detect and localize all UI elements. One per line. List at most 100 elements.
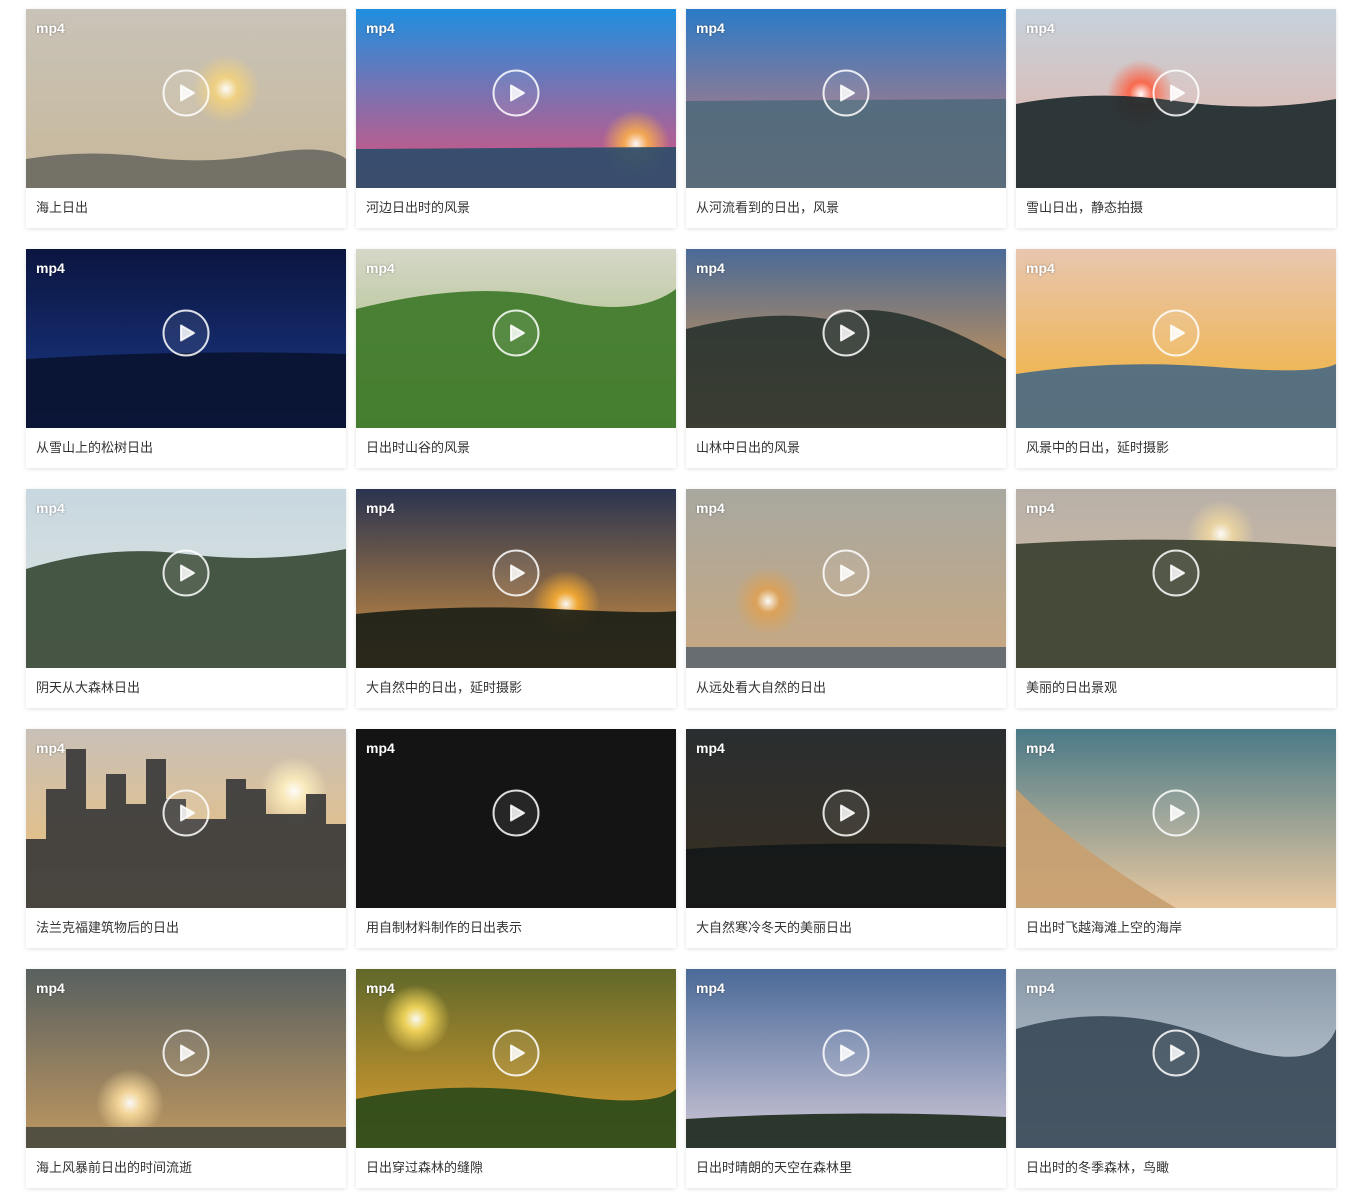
video-card-2[interactable]: mp4 河边日出时的风景 [356, 9, 676, 228]
video-title: 用自制材料制作的日出表示 [366, 920, 523, 935]
video-title: 从河流看到的日出，风景 [696, 200, 840, 215]
play-icon[interactable] [492, 69, 540, 117]
video-title: 从远处看大自然的日出 [696, 680, 827, 695]
video-thumbnail[interactable]: mp4 [26, 969, 346, 1148]
video-title: 日出时飞越海滩上空的海岸 [1026, 920, 1183, 935]
video-title: 日出时晴朗的天空在森林里 [696, 1160, 853, 1175]
play-icon[interactable] [492, 789, 540, 837]
video-card-18[interactable]: mp4 日出穿过森林的缝隙 [356, 969, 676, 1188]
video-title: 雪山日出，静态拍摄 [1026, 200, 1144, 215]
video-format-badge: mp4 [36, 740, 65, 756]
video-format-badge: mp4 [1026, 260, 1055, 276]
video-thumbnail[interactable]: mp4 [26, 489, 346, 668]
video-title: 日出时的冬季森林，鸟瞰 [1026, 1160, 1170, 1175]
video-format-badge: mp4 [696, 980, 725, 996]
video-format-badge: mp4 [366, 980, 395, 996]
video-card-19[interactable]: mp4 日出时晴朗的天空在森林里 [686, 969, 1006, 1188]
video-format-badge: mp4 [1026, 980, 1055, 996]
video-title: 海上风暴前日出的时间流逝 [36, 1160, 193, 1175]
video-format-badge: mp4 [696, 740, 725, 756]
video-format-badge: mp4 [366, 260, 395, 276]
video-thumbnail[interactable]: mp4 [686, 969, 1006, 1148]
video-thumbnail[interactable]: mp4 [686, 9, 1006, 188]
play-icon[interactable] [822, 789, 870, 837]
play-icon[interactable] [822, 549, 870, 597]
play-icon[interactable] [162, 1029, 210, 1077]
video-title: 大自然寒冷冬天的美丽日出 [696, 920, 853, 935]
play-icon[interactable] [162, 69, 210, 117]
video-grid: mp4 海上日出 mp4 河边日出时的风景 mp4 从河流看到的日出，风景 mp… [0, 0, 1359, 1188]
video-thumbnail[interactable]: mp4 [356, 729, 676, 908]
video-card-6[interactable]: mp4 日出时山谷的风景 [356, 249, 676, 468]
video-title: 海上日出 [36, 200, 89, 215]
video-card-8[interactable]: mp4 风景中的日出，延时摄影 [1016, 249, 1336, 468]
play-icon[interactable] [1152, 69, 1200, 117]
video-thumbnail[interactable]: mp4 [26, 9, 346, 188]
play-icon[interactable] [162, 789, 210, 837]
video-format-badge: mp4 [1026, 20, 1055, 36]
video-card-10[interactable]: mp4 大自然中的日出，延时摄影 [356, 489, 676, 708]
video-title: 从雪山上的松树日出 [36, 440, 154, 455]
play-icon[interactable] [1152, 309, 1200, 357]
video-format-badge: mp4 [696, 260, 725, 276]
video-format-badge: mp4 [36, 980, 65, 996]
video-card-9[interactable]: mp4 阴天从大森林日出 [26, 489, 346, 708]
video-format-badge: mp4 [366, 500, 395, 516]
video-thumbnail[interactable]: mp4 [26, 729, 346, 908]
video-title: 河边日出时的风景 [366, 200, 471, 215]
play-icon[interactable] [1152, 1029, 1200, 1077]
play-icon[interactable] [492, 549, 540, 597]
video-title: 风景中的日出，延时摄影 [1026, 440, 1170, 455]
video-format-badge: mp4 [696, 500, 725, 516]
video-card-5[interactable]: mp4 从雪山上的松树日出 [26, 249, 346, 468]
play-icon[interactable] [492, 1029, 540, 1077]
video-card-11[interactable]: mp4 从远处看大自然的日出 [686, 489, 1006, 708]
video-thumbnail[interactable]: mp4 [1016, 969, 1336, 1148]
play-icon[interactable] [1152, 549, 1200, 597]
play-icon[interactable] [162, 309, 210, 357]
video-thumbnail[interactable]: mp4 [356, 489, 676, 668]
video-thumbnail[interactable]: mp4 [686, 729, 1006, 908]
play-icon[interactable] [162, 549, 210, 597]
play-icon[interactable] [492, 309, 540, 357]
play-icon[interactable] [822, 1029, 870, 1077]
video-thumbnail[interactable]: mp4 [686, 489, 1006, 668]
video-card-14[interactable]: mp4 用自制材料制作的日出表示 [356, 729, 676, 948]
video-card-16[interactable]: mp4 日出时飞越海滩上空的海岸 [1016, 729, 1336, 948]
video-thumbnail[interactable]: mp4 [1016, 489, 1336, 668]
video-card-15[interactable]: mp4 大自然寒冷冬天的美丽日出 [686, 729, 1006, 948]
video-thumbnail[interactable]: mp4 [1016, 249, 1336, 428]
video-card-3[interactable]: mp4 从河流看到的日出，风景 [686, 9, 1006, 228]
video-thumbnail[interactable]: mp4 [356, 969, 676, 1148]
video-thumbnail[interactable]: mp4 [686, 249, 1006, 428]
video-thumbnail[interactable]: mp4 [356, 9, 676, 188]
video-format-badge: mp4 [1026, 740, 1055, 756]
video-thumbnail[interactable]: mp4 [26, 249, 346, 428]
play-icon[interactable] [822, 69, 870, 117]
video-format-badge: mp4 [36, 260, 65, 276]
play-icon[interactable] [822, 309, 870, 357]
video-card-7[interactable]: mp4 山林中日出的风景 [686, 249, 1006, 468]
video-card-17[interactable]: mp4 海上风暴前日出的时间流逝 [26, 969, 346, 1188]
video-title: 日出时山谷的风景 [366, 440, 471, 455]
video-title: 日出穿过森林的缝隙 [366, 1160, 484, 1175]
video-format-badge: mp4 [36, 500, 65, 516]
video-card-13[interactable]: mp4 法兰克福建筑物后的日出 [26, 729, 346, 948]
video-title: 法兰克福建筑物后的日出 [36, 920, 180, 935]
video-title: 山林中日出的风景 [696, 440, 801, 455]
video-thumbnail[interactable]: mp4 [1016, 9, 1336, 188]
video-format-badge: mp4 [366, 740, 395, 756]
video-title: 美丽的日出景观 [1026, 680, 1118, 695]
video-card-12[interactable]: mp4 美丽的日出景观 [1016, 489, 1336, 708]
video-format-badge: mp4 [366, 20, 395, 36]
video-title: 大自然中的日出，延时摄影 [366, 680, 523, 695]
video-format-badge: mp4 [36, 20, 65, 36]
video-thumbnail[interactable]: mp4 [356, 249, 676, 428]
video-format-badge: mp4 [696, 20, 725, 36]
video-thumbnail[interactable]: mp4 [1016, 729, 1336, 908]
video-title: 阴天从大森林日出 [36, 680, 141, 695]
video-card-20[interactable]: mp4 日出时的冬季森林，鸟瞰 [1016, 969, 1336, 1188]
video-card-4[interactable]: mp4 雪山日出，静态拍摄 [1016, 9, 1336, 228]
play-icon[interactable] [1152, 789, 1200, 837]
video-card-1[interactable]: mp4 海上日出 [26, 9, 346, 228]
